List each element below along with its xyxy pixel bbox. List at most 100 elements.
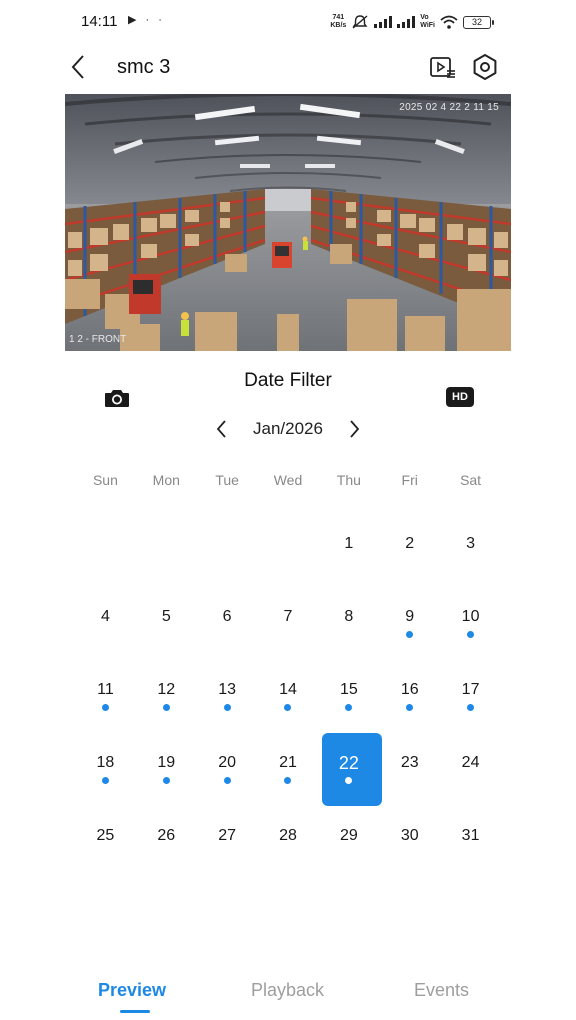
weekday-label: Tue [215, 472, 239, 488]
notification-icons: ▶ · · [128, 14, 165, 26]
tab-preview[interactable]: Preview [98, 980, 166, 1001]
calendar-day[interactable]: 18 [75, 753, 136, 826]
day-number: 4 [100, 608, 110, 625]
tab-playback[interactable]: Playback [251, 980, 324, 1001]
calendar-day[interactable]: 3 [440, 534, 501, 607]
day-number: 9 [405, 608, 415, 625]
recording-list-button[interactable] [429, 52, 457, 82]
day-number: 25 [96, 827, 115, 844]
chevron-left-icon [71, 55, 84, 79]
tab-events[interactable]: Events [414, 980, 469, 1001]
calendar-day[interactable]: 19 [136, 753, 197, 826]
back-button[interactable] [67, 52, 91, 82]
day-number: 12 [157, 681, 176, 698]
header-bar: smc 3 [65, 44, 511, 92]
day-number: 1 [344, 535, 354, 552]
recording-available-dot [467, 631, 475, 638]
video-timestamp: 2025 02 4 22 2 11 15 [399, 102, 499, 113]
weekday-label: Thu [336, 472, 361, 488]
calendar-day[interactable]: 10 [440, 607, 501, 680]
active-tab-indicator [120, 1010, 150, 1013]
calendar-day[interactable]: 11 [75, 680, 136, 753]
recording-available-dot [223, 704, 231, 711]
hd-quality-toggle[interactable]: HD [446, 387, 474, 407]
recording-available-dot [101, 704, 109, 711]
calendar-day[interactable]: 28 [258, 826, 319, 899]
month-navigation: Jan/2026 [65, 416, 511, 442]
signal-icon-sim1 [374, 16, 393, 28]
calendar-day[interactable]: 6 [197, 607, 258, 680]
day-number: 30 [400, 827, 419, 844]
calendar-blank-cell [258, 534, 319, 607]
recording-available-dot [406, 631, 414, 638]
recording-available-dot [101, 777, 109, 784]
calendar-day-selected[interactable]: 22 [318, 733, 383, 826]
calendar-day[interactable]: 30 [379, 826, 440, 899]
camera-label: 1 2 - FRONT [69, 334, 127, 345]
calendar-day[interactable]: 7 [258, 607, 319, 680]
day-number: 23 [400, 754, 419, 771]
calendar-day[interactable]: 29 [318, 826, 379, 899]
day-number: 24 [461, 754, 480, 771]
calendar-day[interactable]: 4 [75, 607, 136, 680]
calendar-day[interactable]: 16 [379, 680, 440, 753]
day-number: 26 [157, 827, 176, 844]
weekday-label: Wed [273, 472, 303, 488]
calendar-grid: Sun Mon Tue Wed Thu Fri Sat 1 2 3 4 5 6 7 8 9 10 11 12 13 1… [75, 466, 501, 899]
calendar-day[interactable]: 17 [440, 680, 501, 753]
weekday-label: Mon [152, 472, 180, 488]
weekday-label: Sat [460, 472, 482, 488]
calendar-day[interactable]: 5 [136, 607, 197, 680]
network-speed: 741 KB/s [330, 14, 346, 30]
calendar-blank-cell [197, 534, 258, 607]
day-number: 20 [218, 754, 237, 771]
network-speed-value: 741 [332, 14, 345, 21]
calendar-day[interactable]: 13 [197, 680, 258, 753]
day-number: 2 [405, 535, 415, 552]
day-number: 14 [279, 681, 297, 698]
calendar-day[interactable]: 23 [379, 753, 440, 826]
day-number: 18 [96, 754, 115, 771]
day-number: 16 [400, 681, 419, 698]
live-video-feed[interactable]: 2025 02 4 22 2 11 15 1 2 - FRONT [65, 94, 511, 351]
vowifi-bottom: WiFi [420, 22, 435, 29]
calendar-day[interactable]: 20 [197, 753, 258, 826]
wifi-icon [440, 15, 458, 29]
day-number: 31 [461, 827, 480, 844]
calendar-day[interactable]: 2 [379, 534, 440, 607]
calendar-day[interactable]: 12 [136, 680, 197, 753]
calendar-day[interactable]: 21 [258, 753, 319, 826]
warehouse-camera-image [65, 94, 511, 351]
day-number: 6 [222, 608, 232, 625]
day-number: 5 [161, 608, 171, 625]
calendar-day[interactable]: 26 [136, 826, 197, 899]
network-speed-unit: KB/s [330, 22, 347, 29]
calendar-day[interactable]: 9 [379, 607, 440, 680]
recording-available-dot [162, 777, 170, 784]
calendar-days: 1 2 3 4 5 6 7 8 9 10 11 12 13 14 15 16 17 18 19 20 21 22 23 24 2… [75, 534, 501, 899]
calendar-day[interactable]: 31 [440, 826, 501, 899]
vowifi-top: Vo [420, 14, 429, 21]
calendar-day[interactable]: 27 [197, 826, 258, 899]
day-number: 8 [344, 608, 354, 625]
vowifi-indicator: Vo WiFi [420, 14, 435, 30]
recording-available-dot [223, 777, 231, 784]
recording-available-dot [467, 704, 475, 711]
day-number: 28 [279, 827, 297, 844]
next-month-button[interactable] [343, 418, 365, 440]
day-number: 10 [461, 608, 480, 625]
calendar-day[interactable]: 25 [75, 826, 136, 899]
battery-indicator: 32 [463, 15, 494, 29]
calendar-blank-cell [136, 534, 197, 607]
device-title: smc 3 [117, 56, 171, 78]
settings-button[interactable] [470, 52, 500, 82]
calendar-day[interactable]: 8 [318, 607, 379, 680]
mute-alarm-icon [352, 15, 368, 29]
date-filter-title: Date Filter [244, 370, 332, 391]
bottom-tab-bar: Preview Playback Events [65, 968, 511, 1020]
weekday-label: Fri [401, 472, 418, 488]
calendar-day[interactable]: 24 [440, 753, 501, 826]
calendar-day[interactable]: 14 [258, 680, 319, 753]
calendar-day[interactable]: 1 [318, 534, 379, 607]
chevron-right-icon [350, 420, 360, 438]
